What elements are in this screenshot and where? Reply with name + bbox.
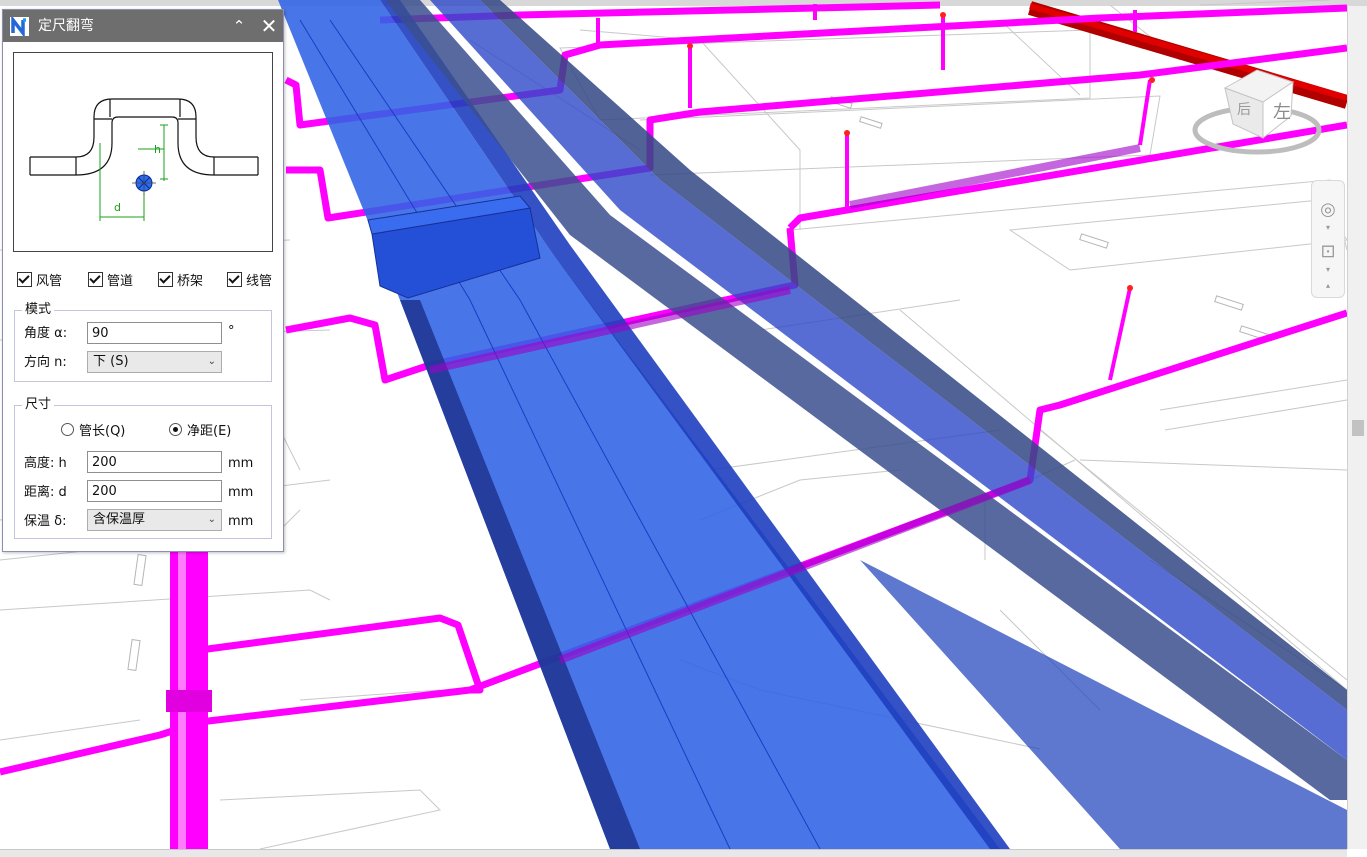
checkbox-conduit[interactable]: 线管 [227, 270, 272, 289]
view-cube[interactable]: 左 后 [1185, 58, 1325, 168]
zoom-window-icon[interactable]: ⊡ [1317, 241, 1339, 263]
height-unit: mm [228, 456, 254, 471]
size-group: 尺寸 管长(Q) 净距(E) 高度: h 200 mm 距离: d 200 mm… [14, 397, 272, 539]
chevron-down-icon[interactable]: ▾ [1322, 223, 1334, 232]
angle-label: 角度 α: [24, 326, 68, 341]
wide-duct [278, 0, 1010, 849]
preview-label-h: h [154, 143, 161, 156]
dialog-title: 定尺翻弯 [38, 18, 94, 34]
vertical-scrollbar[interactable] [1347, 6, 1367, 849]
distance-unit: mm [228, 485, 254, 500]
insulation-unit: mm [228, 514, 254, 529]
insulation-label: 保温 δ: [24, 514, 67, 529]
scrollbar-thumb[interactable] [1352, 420, 1364, 436]
cube-side-label: 后 [1237, 102, 1251, 118]
radio-pipe-length[interactable]: 管长(Q) [61, 423, 125, 440]
preview-label-d: d [114, 201, 121, 214]
angle-unit: ° [228, 324, 235, 339]
distance-label: 距离: d [24, 485, 67, 500]
collapse-icon[interactable]: ⌃ [229, 16, 249, 36]
angle-input[interactable]: 90 [87, 322, 222, 344]
chevron-down-icon: ⌄ [207, 514, 216, 525]
dialog-title-bar[interactable]: 定尺翻弯 ⌃ ✕ [3, 10, 283, 42]
radio-clearance[interactable]: 净距(E) [169, 423, 231, 440]
height-input[interactable]: 200 [87, 451, 222, 473]
checkbox-duct[interactable]: 风管 [17, 270, 62, 289]
checkbox-cable-tray[interactable]: 桥架 [158, 270, 203, 289]
insulation-select[interactable]: 含保温厚 ⌄ [87, 509, 222, 531]
direction-select[interactable]: 下 (S) ⌄ [87, 351, 222, 373]
checkbox-pipe[interactable]: 管道 [88, 270, 133, 289]
direction-label: 方向 n: [24, 355, 67, 370]
bend-preview-diagram: h d [13, 52, 273, 252]
size-legend: 尺寸 [22, 397, 55, 413]
mode-group: 模式 角度 α: 90 ° 方向 n: 下 (S) ⌄ [14, 302, 272, 382]
chevron-down-icon[interactable]: ▾ [1322, 265, 1334, 274]
category-checkboxes: 风管 管道 桥架 线管 [17, 270, 279, 289]
steering-wheel-icon[interactable]: ◎ [1317, 199, 1339, 221]
distance-input[interactable]: 200 [87, 480, 222, 502]
fixed-length-bend-dialog[interactable]: 定尺翻弯 ⌃ ✕ h d 风管 管道 桥架 线管 模式 角度 α: 90 ° 方… [2, 9, 284, 552]
height-label: 高度: h [24, 456, 67, 471]
chevron-down-icon: ⌄ [207, 356, 216, 367]
vertical-riser [166, 530, 212, 849]
mode-legend: 模式 [22, 302, 55, 318]
close-icon[interactable]: ✕ [258, 15, 280, 37]
nav-bar-options-icon[interactable]: ▴ [1322, 281, 1334, 290]
navigation-bar[interactable]: ◎ ▾ ⊡ ▾ ▴ [1311, 180, 1345, 298]
cube-face-label: 左 [1273, 102, 1291, 123]
app-logo-icon [10, 17, 29, 36]
